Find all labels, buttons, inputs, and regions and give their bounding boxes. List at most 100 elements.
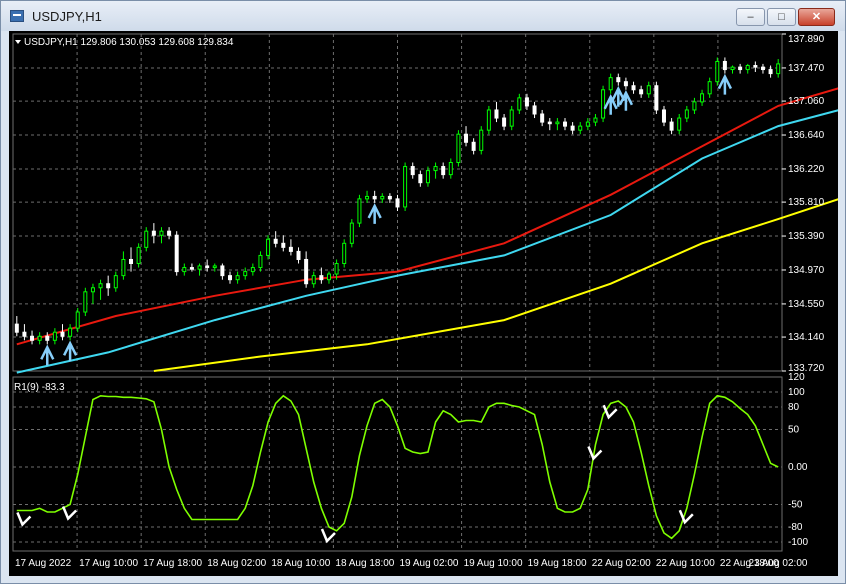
price-axis-label: 134.550: [788, 299, 825, 310]
candle-body: [471, 141, 476, 151]
candle-body: [296, 250, 301, 260]
candle[interactable]: [144, 227, 149, 252]
candle-body: [502, 117, 507, 127]
candle[interactable]: [456, 130, 461, 167]
candle[interactable]: [357, 194, 362, 228]
chart-area[interactable]: 17 Aug 2022 17 Aug 10:00 17 Aug 18:00 18 Au…: [9, 31, 840, 576]
close-button[interactable]: ✕: [798, 8, 835, 26]
candle-body: [410, 166, 415, 176]
candle-body: [456, 133, 461, 163]
candle-body: [425, 170, 430, 184]
price-axis-label: 134.140: [788, 332, 825, 343]
candle-body: [730, 66, 735, 71]
candle-body: [684, 109, 689, 119]
candle-body: [547, 121, 552, 125]
oscillator-axis-label: 100: [788, 387, 805, 398]
candle-body: [441, 166, 446, 176]
candle-body: [365, 195, 370, 200]
candle-body: [593, 117, 598, 123]
candle-body: [342, 242, 347, 265]
candle-body: [486, 109, 491, 131]
candle-body: [494, 109, 499, 119]
price-chart-svg[interactable]: 17 Aug 2022 17 Aug 10:00 17 Aug 18:00 18 Au…: [9, 31, 840, 576]
candle-body: [212, 265, 217, 269]
candle-body: [288, 246, 293, 252]
candle-body: [578, 125, 583, 131]
candle-body: [563, 121, 568, 127]
candle-body: [540, 113, 545, 123]
candle-body: [380, 195, 385, 200]
candle-body: [151, 230, 156, 236]
candle[interactable]: [479, 126, 484, 155]
price-axis-label: 137.060: [788, 96, 825, 107]
candle-body: [159, 230, 164, 236]
window-title: USDJPY,H1: [32, 9, 102, 24]
candle-body: [113, 275, 118, 289]
candle-body: [45, 335, 50, 341]
oscillator-axis-label: -50: [788, 500, 803, 511]
candle[interactable]: [342, 239, 347, 268]
candle[interactable]: [601, 85, 606, 123]
candle[interactable]: [486, 105, 491, 135]
candle-body: [98, 283, 103, 289]
candle[interactable]: [715, 57, 720, 86]
candle-body: [281, 242, 286, 248]
price-axis-label: 135.390: [788, 231, 825, 242]
candle-body: [83, 291, 88, 313]
candle-body: [205, 265, 210, 269]
oscillator-axis-label: 0.00: [788, 462, 808, 473]
candle-body: [395, 198, 400, 208]
candle-body: [631, 85, 636, 91]
candle[interactable]: [174, 231, 179, 276]
candle[interactable]: [403, 162, 408, 211]
candle-body: [273, 238, 278, 244]
candle-body: [167, 230, 172, 236]
time-axis-label: 17 Aug 18:00: [143, 558, 202, 569]
price-axis-label: 135.810: [788, 197, 825, 208]
candle-body: [14, 323, 19, 333]
time-axis-label: 18 Aug 18:00: [335, 558, 394, 569]
time-axis-label: 17 Aug 2022: [15, 558, 72, 569]
title-bar[interactable]: USDJPY,H1 – □ ✕: [1, 1, 845, 31]
time-axis-label: 19 Aug 18:00: [528, 558, 587, 569]
candle-body: [387, 195, 392, 200]
candle[interactable]: [654, 81, 659, 115]
candle-body: [144, 230, 149, 248]
candle-body: [524, 97, 529, 107]
candle-body: [715, 60, 720, 83]
candle[interactable]: [509, 105, 514, 131]
candle-body: [464, 133, 469, 143]
candle-body: [745, 65, 750, 71]
candle-body: [182, 267, 187, 273]
price-axis-label: 136.640: [788, 130, 825, 141]
candle-body: [60, 331, 65, 337]
candle-body: [22, 331, 27, 337]
maximize-button[interactable]: □: [767, 8, 796, 26]
time-axis-label: 23 Aug 02:00: [749, 558, 808, 569]
candle-body: [677, 117, 682, 131]
candle-body: [220, 265, 225, 277]
price-axis-label: 136.220: [788, 164, 825, 175]
candle[interactable]: [266, 235, 271, 260]
price-axis-label: 134.970: [788, 265, 825, 276]
candle[interactable]: [136, 243, 141, 268]
candle-body: [90, 287, 95, 293]
candle-body: [357, 198, 362, 224]
price-axis-label: 137.470: [788, 63, 825, 74]
candle-body: [30, 335, 35, 341]
candle-body: [334, 263, 339, 275]
candle-body: [326, 273, 331, 281]
candle[interactable]: [75, 307, 80, 333]
candle-body: [661, 109, 666, 123]
minimize-button[interactable]: –: [736, 8, 765, 26]
candle[interactable]: [349, 219, 354, 248]
candle-body: [227, 275, 232, 281]
candle-body: [418, 174, 423, 184]
candle[interactable]: [83, 287, 88, 317]
candle-body: [258, 254, 263, 269]
candle-body: [129, 258, 134, 265]
candle-body: [555, 121, 560, 125]
candle-body: [700, 93, 705, 103]
candle-body: [479, 129, 484, 151]
chart-window: USDJPY,H1 – □ ✕ 17 Aug 2022 17 Aug 10:00 1…: [0, 0, 846, 584]
